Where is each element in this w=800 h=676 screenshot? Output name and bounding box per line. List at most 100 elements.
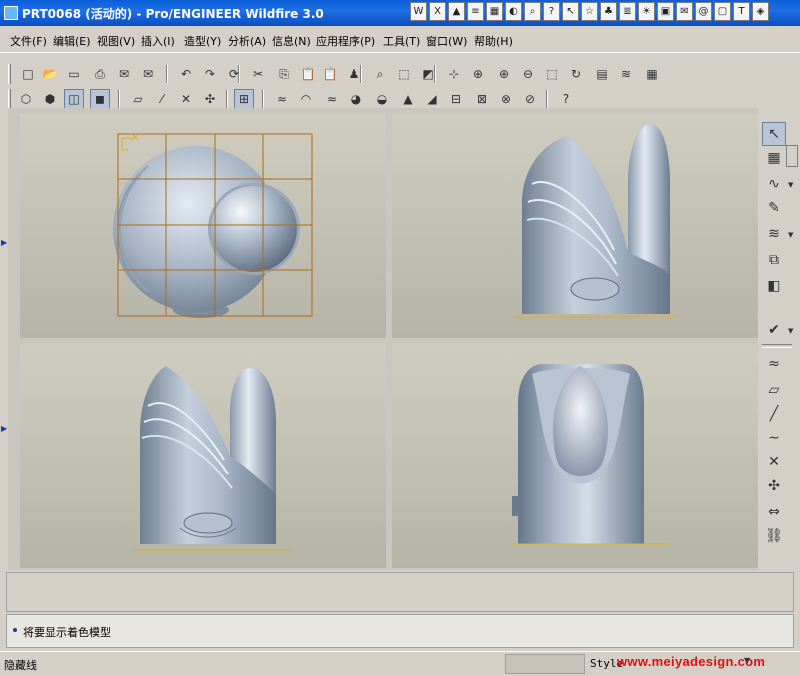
draft-analysis-icon[interactable]: ◒ <box>372 89 392 109</box>
datum-point-icon[interactable]: ✕ <box>176 89 196 109</box>
wireframe-icon[interactable]: ⬡ <box>16 89 36 109</box>
menu-item-9[interactable]: 窗口(W) <box>426 33 467 49</box>
saved-views-icon[interactable]: ▤ <box>592 64 612 84</box>
connect-icon[interactable]: ⊠ <box>472 89 492 109</box>
curve-icon[interactable]: ∿ <box>762 172 786 196</box>
shading-icon[interactable]: ◼ <box>90 89 110 109</box>
datum-axis-icon[interactable]: ⁄ <box>152 89 172 109</box>
view-manager-icon[interactable]: ▦ <box>642 64 662 84</box>
delete-analysis-icon[interactable]: ⊗ <box>496 89 516 109</box>
menu-item-1[interactable]: 编辑(E) <box>53 33 91 49</box>
find-icon[interactable]: ⌕ <box>524 2 541 21</box>
datum-icon[interactable]: ✣ <box>762 474 786 498</box>
link-icon[interactable]: ⛓ <box>762 524 786 548</box>
menu-item-5[interactable]: 分析(A) <box>228 33 266 49</box>
point-icon[interactable]: ✕ <box>762 450 786 474</box>
zoom-out-icon[interactable]: ⊖ <box>518 64 538 84</box>
no-hidden-icon[interactable]: ◫ <box>64 89 84 109</box>
mail-send-icon[interactable]: ✉ <box>138 64 158 84</box>
section-icon[interactable]: ◢ <box>422 89 442 109</box>
find-icon[interactable]: ⌕ <box>370 64 390 84</box>
mail-icon[interactable]: ✉ <box>676 2 693 21</box>
surface-tool-icon[interactable]: ≈ <box>272 89 292 109</box>
select-arrow-icon[interactable]: ↖ <box>762 122 786 146</box>
menu-item-3[interactable]: 插入(I) <box>141 33 175 49</box>
text-icon[interactable]: T <box>733 2 750 21</box>
csys-icon[interactable]: ✣ <box>200 89 220 109</box>
curvature-icon[interactable]: ◠ <box>296 89 316 109</box>
grid-view-icon[interactable]: ⊞ <box>234 89 254 109</box>
viewport-back[interactable] <box>392 344 758 568</box>
dropdown-caret-icon[interactable]: ▼ <box>788 181 793 189</box>
print-icon[interactable]: ⎙ <box>90 64 110 84</box>
snap-icon[interactable]: ⊹ <box>444 64 464 84</box>
menu-item-6[interactable]: 信息(N) <box>272 33 311 49</box>
analysis-icon[interactable]: ◩ <box>418 64 438 84</box>
sun-icon[interactable]: ☀ <box>638 2 655 21</box>
right-scroll-button[interactable] <box>786 145 798 167</box>
datum-plane-icon[interactable]: ▱ <box>128 89 148 109</box>
done-icon[interactable]: ✔ <box>762 318 786 342</box>
line-icon[interactable]: ╱ <box>762 402 786 426</box>
dropdown-caret-icon[interactable]: ▼ <box>788 327 793 335</box>
menu-item-0[interactable]: 文件(F) <box>10 33 47 49</box>
cut-icon[interactable]: ✂ <box>248 64 268 84</box>
dropdown-caret-icon[interactable]: ▼ <box>788 231 793 239</box>
plane-icon[interactable]: ▱ <box>762 378 786 402</box>
new-icon[interactable]: □ <box>18 64 38 84</box>
surface-connect-icon[interactable]: ⧉ <box>762 248 786 272</box>
menu-item-7[interactable]: 应用程序(P) <box>316 33 375 49</box>
model-player-icon[interactable]: ♟ <box>344 64 364 84</box>
zoom-in-icon[interactable]: ⊕ <box>494 64 514 84</box>
layers-icon[interactable]: ≋ <box>616 64 636 84</box>
curve-offset-icon[interactable]: ≈ <box>762 352 786 376</box>
select-box-icon[interactable]: ⬚ <box>394 64 414 84</box>
viewport-iso[interactable] <box>20 344 386 568</box>
viewport-side[interactable] <box>392 114 758 338</box>
open-icon[interactable]: 📂 <box>40 64 60 84</box>
hidden-line-icon[interactable]: ⬢ <box>40 89 60 109</box>
qq-icon[interactable]: ♣ <box>600 2 617 21</box>
trim-icon[interactable]: ◧ <box>762 274 786 298</box>
cursor-icon[interactable]: ↖ <box>562 2 579 21</box>
paste-icon[interactable]: 📋 <box>298 64 318 84</box>
surface-icon[interactable]: ≋ <box>762 222 786 246</box>
graphics-window[interactable] <box>8 108 758 570</box>
curve-edit-icon[interactable]: ✎ <box>762 196 786 220</box>
redo-icon[interactable]: ↷ <box>200 64 220 84</box>
paste-special-icon[interactable]: 📋 <box>320 64 340 84</box>
menu-item-2[interactable]: 视图(V) <box>97 33 135 49</box>
plane-icon[interactable]: ⊕ <box>468 64 488 84</box>
shield-icon[interactable]: ◈ <box>752 2 769 21</box>
whats-this-icon[interactable]: ? <box>556 89 576 109</box>
hide-analysis-icon[interactable]: ⊘ <box>520 89 540 109</box>
image-icon[interactable]: ▦ <box>486 2 503 21</box>
filter-dropdown-icon[interactable]: ▼ <box>744 656 756 670</box>
at-icon[interactable]: @ <box>695 2 712 21</box>
web-icon[interactable]: ◐ <box>505 2 522 21</box>
offset-icon[interactable]: ⊟ <box>446 89 466 109</box>
refit-icon[interactable]: ⬚ <box>542 64 562 84</box>
excel-icon[interactable]: X <box>429 2 446 21</box>
menu-item-4[interactable]: 造型(Y) <box>184 33 221 49</box>
dim-icon[interactable]: ⇔ <box>762 500 786 524</box>
regenerate-icon[interactable]: ⟳ <box>224 64 244 84</box>
orient-icon[interactable]: ↻ <box>566 64 586 84</box>
book-icon[interactable]: ≡ <box>467 2 484 21</box>
snap-icon[interactable]: ▣ <box>657 2 674 21</box>
fav-icon[interactable]: ☆ <box>581 2 598 21</box>
spline-icon[interactable]: ∼ <box>762 426 786 450</box>
slope-icon[interactable]: ▲ <box>398 89 418 109</box>
save-icon[interactable]: ▭ <box>64 64 84 84</box>
word-icon[interactable]: W <box>410 2 427 21</box>
window-icon[interactable]: ▢ <box>714 2 731 21</box>
menu-item-10[interactable]: 帮助(H) <box>474 33 513 49</box>
menu-item-8[interactable]: 工具(T) <box>383 33 420 49</box>
help-icon[interactable]: ? <box>543 2 560 21</box>
viewport-front[interactable] <box>20 114 386 338</box>
shade-analysis-icon[interactable]: ◕ <box>346 89 366 109</box>
mail-icon[interactable]: ✉ <box>114 64 134 84</box>
note-icon[interactable]: ≣ <box>619 2 636 21</box>
copy-icon[interactable]: ⎘ <box>274 64 294 84</box>
ppt-icon[interactable]: ▲ <box>448 2 465 21</box>
